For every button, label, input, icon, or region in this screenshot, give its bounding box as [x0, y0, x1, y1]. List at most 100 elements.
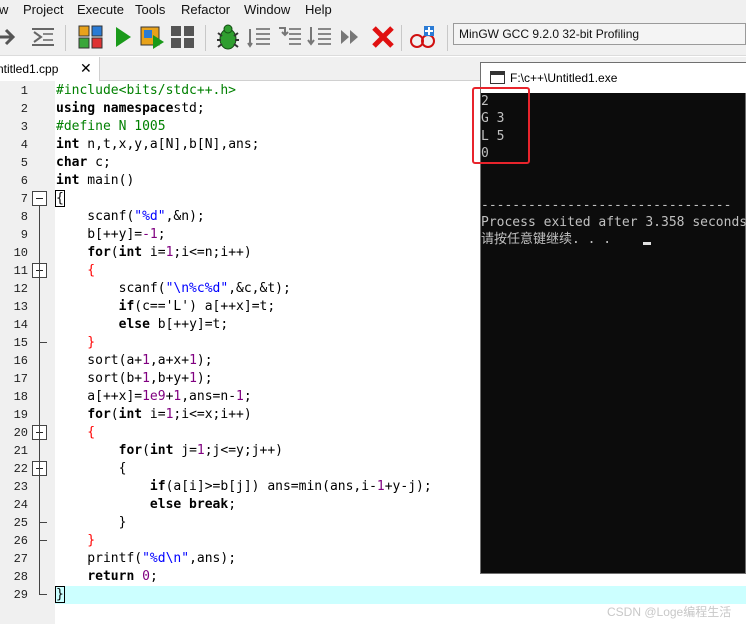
code-token: int	[118, 245, 143, 260]
code-token: }	[56, 533, 96, 548]
menu-project[interactable]: Project	[23, 2, 63, 17]
menu-refactor[interactable]: Refactor	[181, 2, 230, 17]
console-line: Process exited after 3.358 seconds	[481, 215, 746, 231]
code-token: ,a+x+	[149, 353, 190, 368]
code-token: ,&c,&t);	[228, 281, 291, 296]
current-line-highlight	[55, 586, 746, 604]
code-token: b[++y]=	[56, 227, 143, 242]
code-token: ,ans=n-	[181, 389, 237, 404]
compiler-select[interactable]: MinGW GCC 9.2.0 32-bit Profiling	[453, 23, 746, 45]
code-line: else break;	[56, 496, 236, 514]
line-number: 17	[13, 372, 28, 386]
code-token: ],b[	[173, 137, 205, 152]
step-into-icon[interactable]	[306, 23, 334, 51]
code-token: (c==	[134, 299, 166, 314]
line-number: 13	[13, 300, 28, 314]
line-number: 29	[13, 588, 28, 602]
console-line: 请按任意键继续. . .	[481, 232, 619, 248]
code-token: int	[118, 407, 143, 422]
menu-help[interactable]: Help	[305, 2, 332, 17]
code-line: }	[56, 334, 95, 352]
menu-bar: w Project Execute Tools Refactor Window …	[0, 0, 746, 19]
code-line: using namespacestd;	[56, 100, 205, 118]
code-token: 'L'	[165, 299, 190, 314]
line-number: 5	[20, 156, 28, 170]
next-line-icon[interactable]	[276, 23, 304, 51]
line-number: 23	[13, 480, 28, 494]
add-watch-icon[interactable]	[246, 23, 274, 51]
code-token: ;i<=x;i++)	[173, 407, 252, 422]
code-token: if	[149, 479, 166, 494]
code-token: ;	[243, 389, 252, 404]
tab-label: ntitled1.cpp	[0, 62, 59, 76]
grid-4-colors-icon[interactable]	[77, 23, 105, 51]
menu-tools[interactable]: Tools	[135, 2, 165, 17]
code-token: +y-j);	[384, 479, 432, 494]
code-token: ;j<=y;j++)	[204, 443, 284, 458]
close-icon[interactable]: ✕	[80, 60, 92, 77]
code-token: for	[118, 443, 143, 458]
skip-icon[interactable]	[337, 23, 365, 51]
grid-4-icon[interactable]	[169, 23, 197, 51]
code-token: 1	[376, 479, 385, 494]
code-line: for(int i=1;i<=n;i++)	[56, 244, 251, 262]
code-token: c;	[87, 155, 111, 170]
fold-end	[39, 522, 47, 523]
code-token: i=	[142, 245, 166, 260]
code-token: j=	[173, 443, 197, 458]
stop-icon[interactable]	[369, 23, 397, 51]
compile-run-icon[interactable]	[139, 23, 167, 51]
console-cursor	[643, 242, 651, 246]
line-number: 1	[20, 84, 28, 98]
code-token: ;	[228, 497, 237, 512]
code-token: ) a[++x]=t;	[189, 299, 276, 314]
line-number: 18	[13, 390, 28, 404]
code-token: {	[56, 461, 127, 476]
code-token: else	[118, 317, 150, 332]
run-icon[interactable]	[109, 23, 137, 51]
menu-execute[interactable]: Execute	[77, 2, 124, 17]
line-number: 8	[20, 210, 28, 224]
arrow-right-icon[interactable]	[0, 23, 22, 51]
code-line: if(a[i]>=b[j]) ans=min(ans,i-1+y-j);	[56, 478, 432, 496]
code-token: 1	[189, 353, 197, 368]
code-token: ,&n);	[165, 209, 205, 224]
code-token: );	[196, 371, 213, 386]
line-number: 3	[20, 120, 28, 134]
line-number: 26	[13, 534, 28, 548]
code-token: int	[56, 137, 80, 152]
menu-view[interactable]: w	[0, 2, 8, 17]
code-token: scanf(	[56, 209, 135, 224]
code-line: for(int i=1;i<=x;i++)	[56, 406, 252, 424]
menu-window[interactable]: Window	[244, 2, 290, 17]
code-token: "\n%c%d"	[165, 281, 229, 296]
code-token: else break	[149, 497, 229, 512]
code-line: printf("%d\n",ans);	[56, 550, 236, 568]
code-token: a[++x]=	[56, 389, 143, 404]
console-output: 2G 3L 5 0 --------------------------------…	[481, 93, 746, 573]
code-line: #define N 1005	[56, 118, 166, 136]
code-token: n,t,x,y,a[	[79, 137, 166, 152]
debug-bug-icon[interactable]	[214, 23, 242, 51]
profile-icon[interactable]	[408, 23, 436, 51]
fold-toggle-icon[interactable]	[32, 191, 47, 206]
line-number: 21	[13, 444, 28, 458]
code-line: if(c=='L') a[++x]=t;	[56, 298, 276, 316]
code-line: scanf("%d",&n);	[56, 208, 205, 226]
code-line: {	[56, 460, 127, 478]
tab-untitled1[interactable]: ntitled1.cpp ✕	[0, 57, 100, 81]
fold-end	[39, 540, 47, 541]
code-line: sort(a+1,a+x+1);	[56, 352, 212, 370]
code-token: (	[110, 407, 119, 422]
line-number: 19	[13, 408, 28, 422]
highlight-box	[472, 87, 530, 164]
code-token: sort(b+	[56, 371, 143, 386]
line-number: 16	[13, 354, 28, 368]
indent-icon[interactable]	[29, 23, 57, 51]
code-line: else b[++y]=t;	[56, 316, 229, 334]
